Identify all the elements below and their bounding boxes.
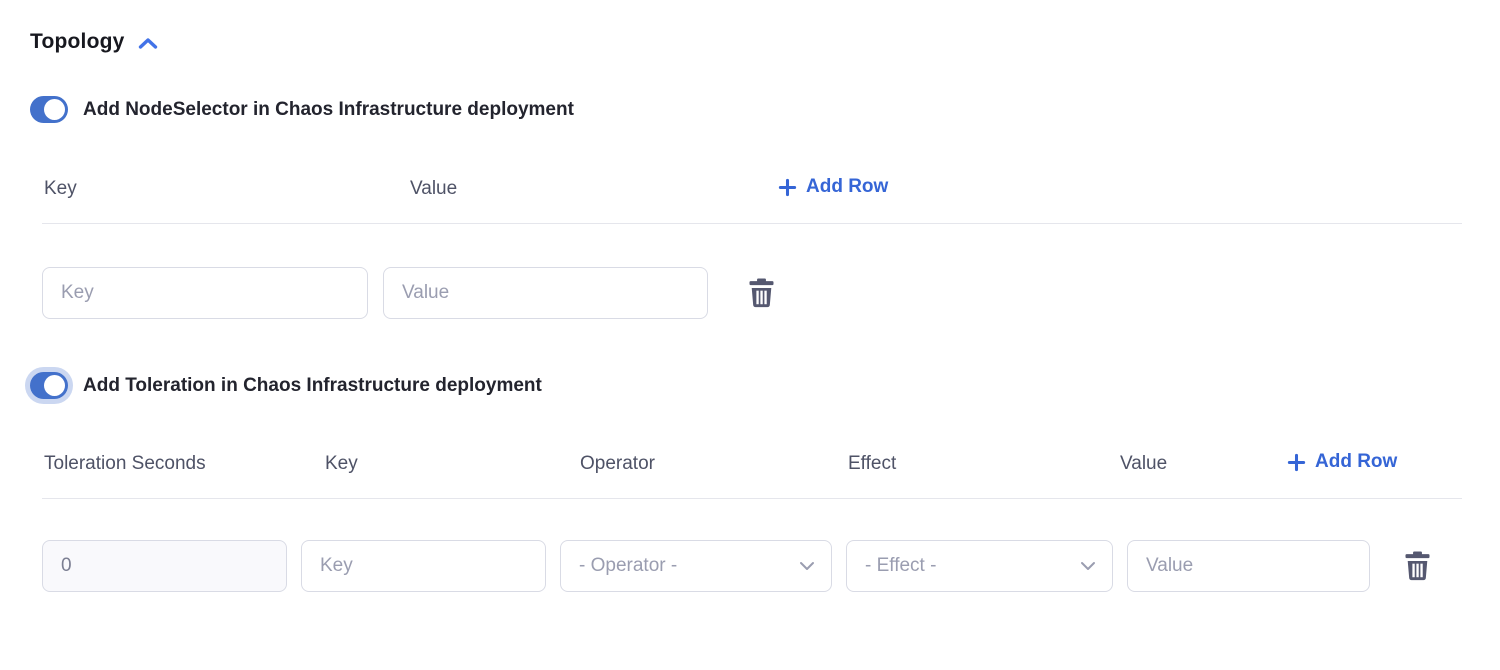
toleration-table: Toleration Seconds Key Operator Effect V… [42,453,1462,592]
effect-select[interactable]: - Effect - [846,540,1113,592]
plus-icon [778,178,797,197]
effect-select-value: - Effect - [865,555,936,577]
column-header-toleration-seconds: Toleration Seconds [44,453,206,475]
column-header-key: Key [44,178,77,200]
toleration-toggle-row: Add Toleration in Chaos Infrastructure d… [30,372,1500,399]
nodeselector-table: Key Value Add Row [42,178,1462,319]
trash-icon [1404,551,1431,581]
toleration-toggle-label: Add Toleration in Chaos Infrastructure d… [83,375,542,397]
delete-row-button[interactable] [746,276,777,310]
column-header-operator: Operator [580,453,655,475]
column-header-value: Value [410,178,457,200]
section-title: Topology [30,30,125,54]
toleration-key-input[interactable] [301,540,546,592]
add-row-label: Add Row [806,176,888,198]
topology-settings-panel: Topology Add NodeSelector in Chaos Infra… [0,0,1500,592]
topology-section-header: Topology [30,30,1500,54]
plus-icon [1287,453,1306,472]
nodeselector-toggle-label: Add NodeSelector in Chaos Infrastructure… [83,99,574,121]
trash-icon [748,278,775,308]
nodeselector-key-input[interactable] [42,267,368,319]
toggle-knob [44,99,65,120]
chevron-up-icon[interactable] [138,37,158,50]
nodeselector-row [42,267,1462,319]
delete-row-button[interactable] [1402,549,1433,583]
toleration-row: - Operator - - Effect - [42,540,1462,592]
nodeselector-value-input[interactable] [383,267,708,319]
toleration-seconds-input[interactable] [42,540,287,592]
toggle-knob [44,375,65,396]
toleration-toggle[interactable] [30,372,68,399]
add-row-button[interactable]: Add Row [778,176,888,198]
toleration-value-input[interactable] [1127,540,1370,592]
table-divider [42,498,1462,499]
column-header-effect: Effect [848,453,896,475]
operator-select[interactable]: - Operator - [560,540,832,592]
table-divider [42,223,1462,224]
column-header-value: Value [1120,453,1167,475]
add-row-label: Add Row [1315,451,1397,473]
operator-select-value: - Operator - [579,555,677,577]
nodeselector-table-header: Key Value Add Row [42,178,1462,202]
add-row-button[interactable]: Add Row [1287,451,1397,473]
chevron-down-icon [1080,561,1096,571]
chevron-down-icon [799,561,815,571]
nodeselector-toggle-row: Add NodeSelector in Chaos Infrastructure… [30,96,1500,123]
toleration-table-header: Toleration Seconds Key Operator Effect V… [42,453,1462,477]
column-header-key: Key [325,453,358,475]
nodeselector-toggle[interactable] [30,96,68,123]
